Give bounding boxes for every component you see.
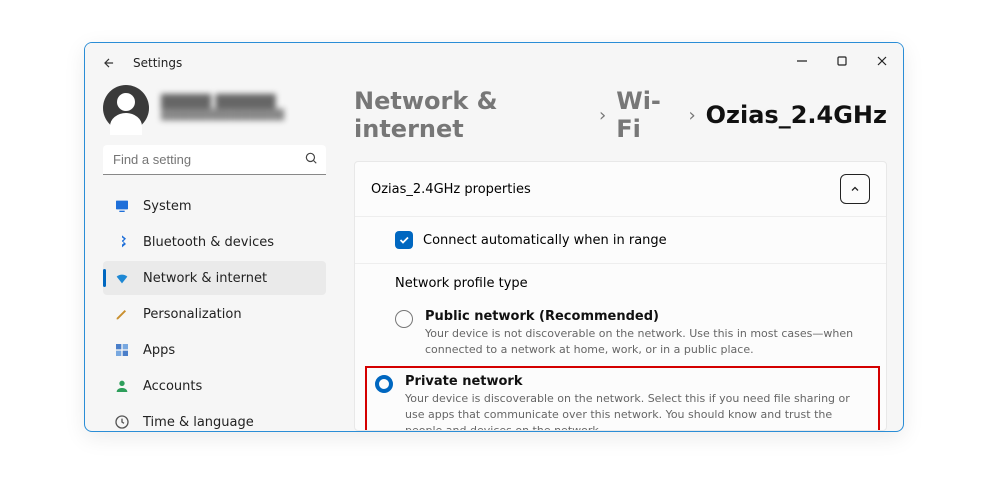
private-title: Private network — [405, 374, 870, 389]
sidebar-item-label: Accounts — [143, 379, 202, 394]
sidebar-item-bluetooth[interactable]: Bluetooth & devices — [103, 225, 326, 259]
private-description: Your device is discoverable on the netwo… — [405, 391, 870, 431]
sidebar: █████ ██████ ████████████████ System — [85, 83, 340, 431]
profile-name: █████ ██████ — [161, 95, 284, 110]
bluetooth-icon — [113, 233, 131, 251]
panel-header[interactable]: Ozias_2.4GHz properties — [355, 162, 886, 216]
sidebar-item-label: Apps — [143, 343, 175, 358]
radio-public[interactable] — [395, 310, 413, 328]
public-description: Your device is not discoverable on the n… — [425, 326, 870, 358]
window-title: Settings — [133, 56, 182, 70]
auto-connect-label: Connect automatically when in range — [423, 233, 667, 248]
titlebar: Settings — [85, 43, 903, 83]
sidebar-item-label: Time & language — [143, 415, 254, 430]
radio-private[interactable] — [375, 375, 393, 393]
search-box — [103, 145, 326, 175]
properties-panel: Ozias_2.4GHz properties Connect automati… — [354, 161, 887, 431]
panel-title: Ozias_2.4GHz properties — [371, 182, 531, 197]
chevron-right-icon: › — [599, 105, 606, 126]
auto-connect-row[interactable]: Connect automatically when in range — [355, 217, 886, 263]
breadcrumb-network[interactable]: Network & internet — [354, 87, 589, 143]
public-network-option[interactable]: Public network (Recommended) Your device… — [395, 303, 870, 364]
clock-icon — [113, 413, 131, 431]
breadcrumb: Network & internet › Wi-Fi › Ozias_2.4GH… — [354, 87, 887, 143]
sidebar-item-label: Bluetooth & devices — [143, 235, 274, 250]
breadcrumb-current: Ozias_2.4GHz — [706, 101, 887, 129]
profile-type-label: Network profile type — [395, 276, 870, 291]
public-title: Public network (Recommended) — [425, 309, 870, 324]
auto-connect-checkbox[interactable] — [395, 231, 413, 249]
close-button[interactable] — [873, 55, 891, 71]
profile-type-section: Network profile type Public network (Rec… — [355, 264, 886, 431]
sidebar-item-label: System — [143, 199, 191, 214]
maximize-button[interactable] — [833, 55, 851, 71]
wifi-icon — [113, 269, 131, 287]
sidebar-item-time-language[interactable]: Time & language — [103, 405, 326, 432]
avatar — [103, 85, 149, 131]
back-button[interactable] — [97, 51, 121, 75]
sidebar-item-apps[interactable]: Apps — [103, 333, 326, 367]
main-content: Network & internet › Wi-Fi › Ozias_2.4GH… — [340, 83, 903, 431]
sidebar-item-label: Personalization — [143, 307, 242, 322]
settings-window: Settings █████ ██████ ████████████████ — [84, 42, 904, 432]
sidebar-nav: System Bluetooth & devices Network & int… — [103, 189, 326, 432]
display-icon — [113, 197, 131, 215]
minimize-button[interactable] — [793, 55, 811, 71]
apps-icon — [113, 341, 131, 359]
sidebar-item-personalization[interactable]: Personalization — [103, 297, 326, 331]
breadcrumb-wifi[interactable]: Wi-Fi — [616, 87, 678, 143]
sidebar-item-network[interactable]: Network & internet — [103, 261, 326, 295]
user-profile[interactable]: █████ ██████ ████████████████ — [103, 85, 326, 131]
chevron-right-icon: › — [688, 105, 695, 126]
profile-email: ████████████████ — [161, 110, 284, 121]
sidebar-item-accounts[interactable]: Accounts — [103, 369, 326, 403]
private-network-option[interactable]: Private network Your device is discovera… — [365, 366, 880, 431]
sidebar-item-system[interactable]: System — [103, 189, 326, 223]
window-controls — [793, 55, 891, 71]
collapse-button[interactable] — [840, 174, 870, 204]
sidebar-item-label: Network & internet — [143, 271, 267, 286]
person-icon — [113, 377, 131, 395]
brush-icon — [113, 305, 131, 323]
search-input[interactable] — [103, 145, 326, 175]
search-icon — [304, 151, 318, 169]
